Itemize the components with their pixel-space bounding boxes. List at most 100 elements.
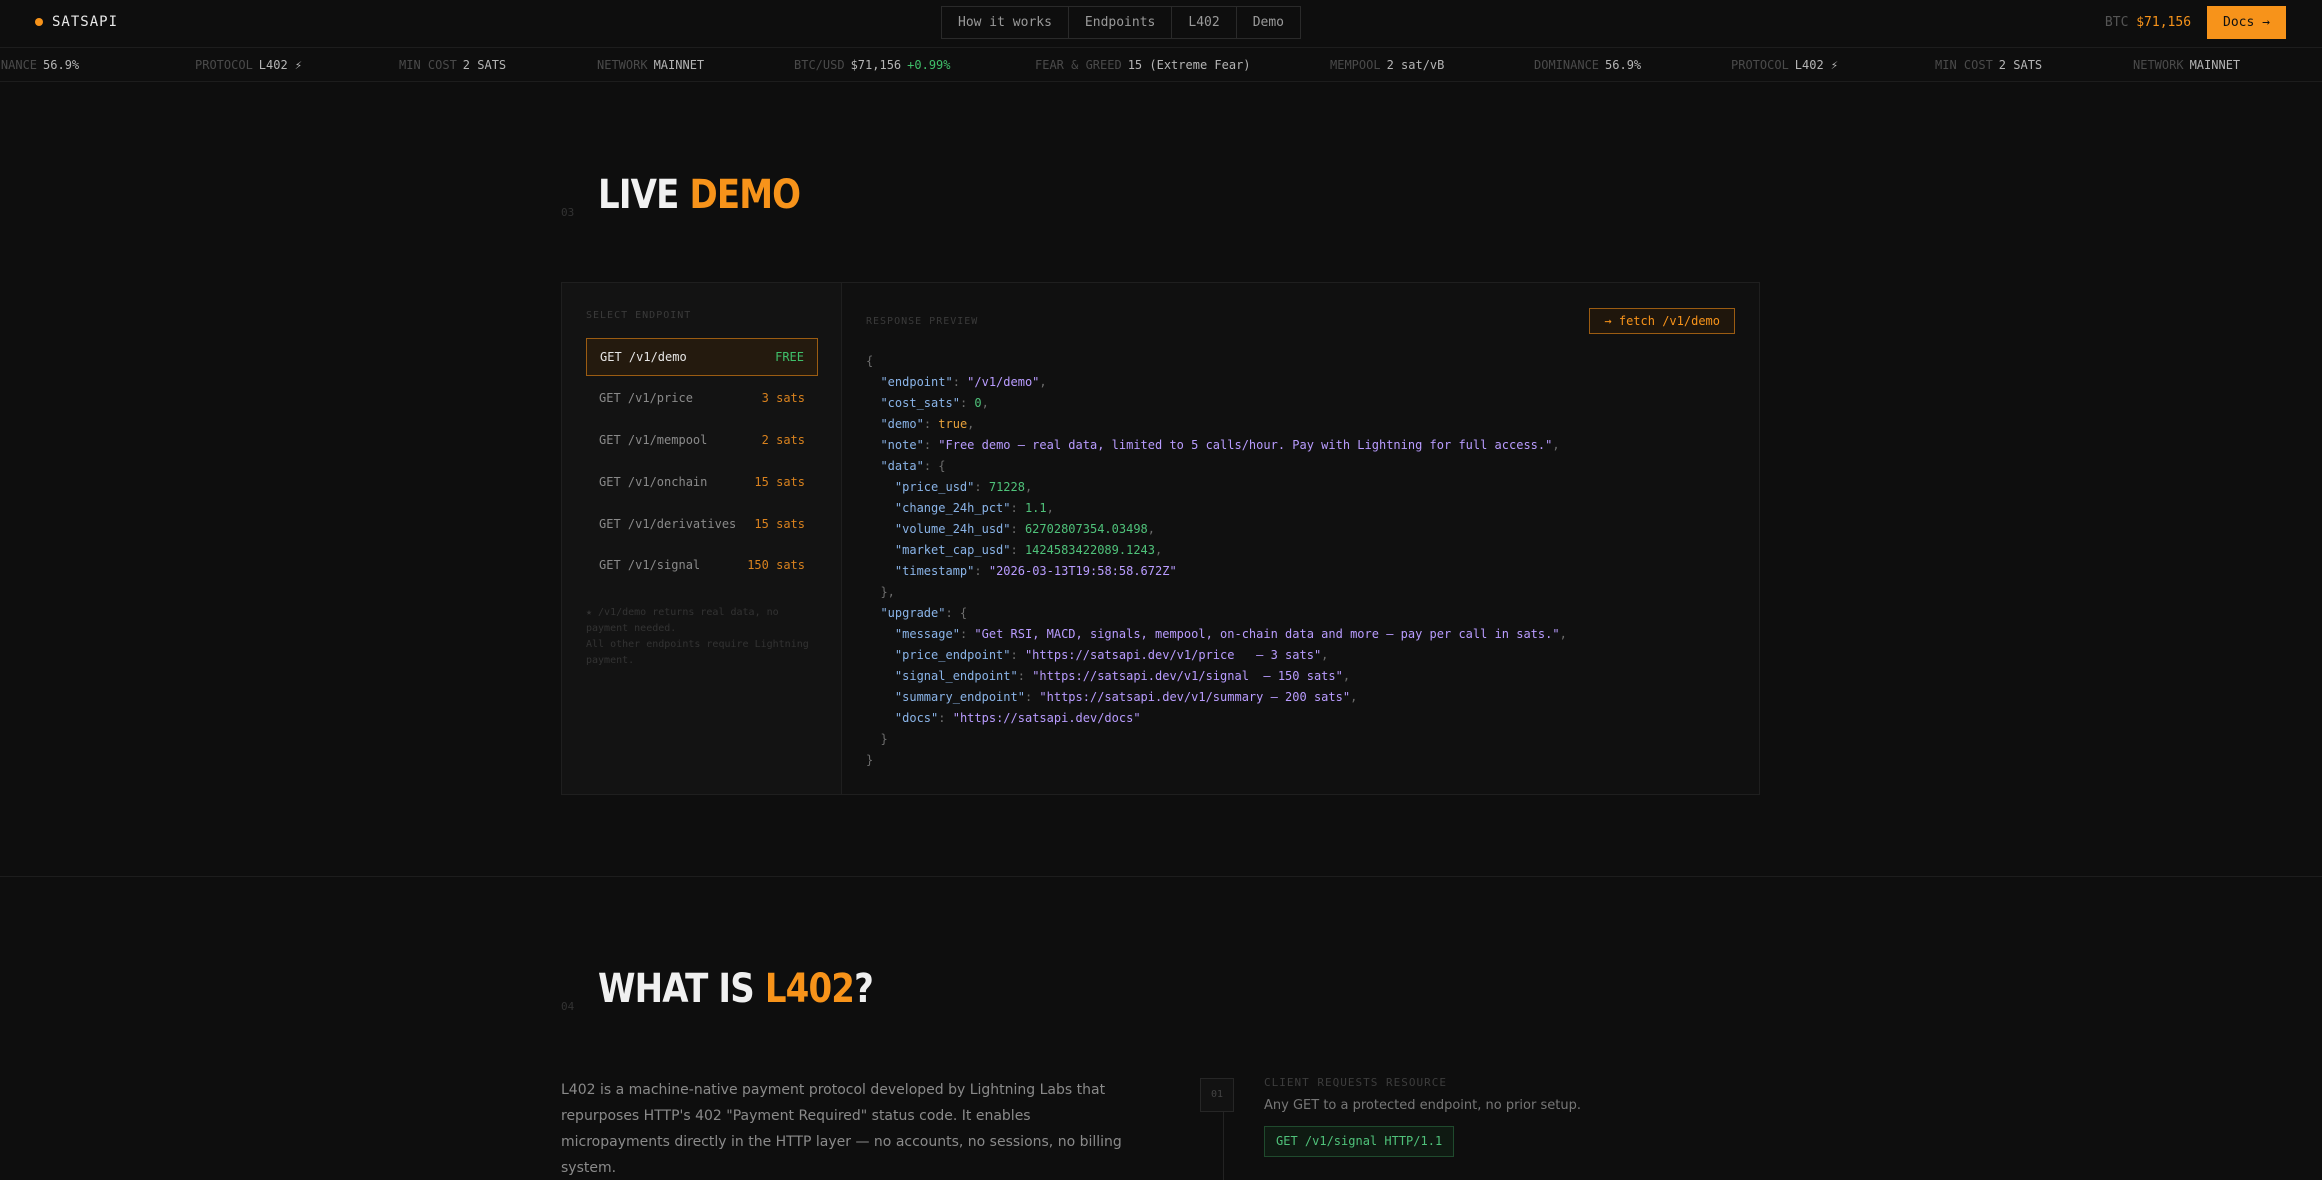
- title-part: ?: [854, 966, 874, 1012]
- top-navbar: SATSAPI How it works Endpoints L402 Demo…: [0, 0, 2322, 48]
- ticker-key: NETWORK: [597, 58, 648, 72]
- nav-link-demo[interactable]: Demo: [1237, 7, 1300, 38]
- endpoint-item-onchain[interactable]: GET /v1/onchain 15 sats: [586, 463, 818, 501]
- ticker-value: 56.9%: [1605, 58, 1642, 72]
- endpoint-path: GET /v1/onchain: [599, 475, 708, 489]
- endpoint-path: GET /v1/demo: [600, 350, 687, 364]
- ticker-key: DOMINANCE: [1534, 58, 1600, 72]
- endpoint-cost: 3 sats: [761, 391, 805, 405]
- section-number: 04: [561, 1000, 575, 1013]
- endpoint-item-price[interactable]: GET /v1/price 3 sats: [586, 379, 818, 417]
- endpoint-item-mempool[interactable]: GET /v1/mempool 2 sats: [586, 421, 818, 459]
- ticker-item: DOMINANCE 56.9%: [1534, 48, 1642, 81]
- demo-panel: SELECT ENDPOINT GET /v1/demo FREE GET /v1…: [561, 282, 1760, 795]
- ticker-key: PROTOCOL: [1731, 58, 1789, 72]
- ticker-item: MEMPOOL 2 sat/vB: [1330, 48, 1445, 81]
- json-timestamp: "2026-03-13T19:58:58.672Z": [988, 564, 1177, 578]
- endpoint-selector: SELECT ENDPOINT GET /v1/demo FREE GET /v1…: [562, 283, 842, 794]
- ticker-key: FEAR & GREED: [1035, 58, 1122, 72]
- nav-link-endpoints[interactable]: Endpoints: [1069, 7, 1173, 38]
- ticker-key: MIN COST: [399, 58, 457, 72]
- ticker-item: NETWORK MAINNET: [597, 48, 705, 81]
- ticker-item: DOMINANCE 56.9%: [0, 48, 80, 81]
- ticker-key: MEMPOOL: [1330, 58, 1381, 72]
- json-docs: "https://satsapi.dev/docs": [952, 711, 1141, 725]
- brand-name: SATSAPI: [52, 14, 119, 30]
- btc-value: $71,156: [2136, 15, 2192, 30]
- ticker-value: 56.9%: [43, 58, 80, 72]
- ticker-value: L402 ⚡: [1794, 58, 1839, 72]
- section-divider: [0, 876, 2322, 877]
- nav-right: BTC $71,156 Docs →: [2105, 6, 2286, 39]
- ticker-value: MAINNET: [653, 58, 705, 72]
- btc-label: BTC: [2104, 15, 2129, 30]
- ticker-key: MIN COST: [1935, 58, 1993, 72]
- json-change-24h: 1.1: [1024, 501, 1047, 515]
- response-preview-label: RESPONSE PREVIEW: [866, 316, 979, 327]
- title-part: WHAT IS: [598, 966, 755, 1012]
- ticker-change: +0.99%: [907, 58, 951, 72]
- endpoint-path: GET /v1/derivatives: [599, 517, 737, 531]
- ticker-key: PROTOCOL: [195, 58, 253, 72]
- fetch-button[interactable]: → fetch /v1/demo: [1589, 308, 1735, 334]
- endpoint-cost: FREE: [775, 350, 804, 364]
- select-endpoint-label: SELECT ENDPOINT: [586, 310, 692, 321]
- step-connector: [1223, 1112, 1224, 1180]
- ticker-item: NETWORK MAINNET: [2133, 48, 2241, 81]
- brand[interactable]: SATSAPI: [35, 14, 118, 30]
- json-endpoint: "/v1/demo": [967, 375, 1040, 389]
- title-part: LIVE: [598, 172, 679, 218]
- ticker-item: FEAR & GREED 15 (Extreme Fear): [1035, 48, 1251, 81]
- ticker-value: $71,156: [850, 58, 902, 72]
- endpoint-path: GET /v1/signal: [599, 558, 701, 572]
- json-note: "Free demo — real data, limited to 5 cal…: [938, 438, 1553, 452]
- section-number: 03: [561, 206, 575, 219]
- endpoint-note-line-2: All other endpoints require Lightning pa…: [586, 639, 809, 666]
- demo-section-title: LIVE DEMO: [598, 172, 801, 218]
- endpoint-cost: 2 sats: [761, 433, 805, 447]
- l402-description: L402 is a machine-native payment protoco…: [561, 1082, 1122, 1176]
- ticker-item: BTC/USD $71,156 +0.99%: [794, 48, 951, 81]
- nav-link-l402[interactable]: L402: [1172, 7, 1237, 38]
- ticker-item: MIN COST 2 SATS: [399, 48, 507, 81]
- l402-section-title: WHAT IS L402?: [598, 966, 874, 1012]
- ticker-key: BTC/USD: [794, 58, 845, 72]
- endpoint-item-demo[interactable]: GET /v1/demo FREE: [586, 338, 818, 376]
- step-code-sample: GET /v1/signal HTTP/1.1: [1264, 1126, 1455, 1157]
- json-price-endpoint: "https://satsapi.dev/v1/price — 3 sats": [1024, 648, 1322, 662]
- step-number-box: 01: [1200, 1078, 1234, 1112]
- endpoint-path: GET /v1/mempool: [599, 433, 708, 447]
- json-message: "Get RSI, MACD, signals, mempool, on-cha…: [974, 627, 1560, 641]
- endpoint-note: ★ /v1/demo returns real data, no payment…: [586, 605, 818, 669]
- json-demo: true: [938, 417, 968, 431]
- json-cost-sats: 0: [974, 396, 982, 410]
- nav-links: How it works Endpoints L402 Demo: [941, 6, 1301, 39]
- brand-dot-icon: [35, 18, 43, 26]
- json-market-cap: 1424583422089.1243: [1024, 543, 1155, 557]
- ticker-item: PROTOCOL L402 ⚡: [1731, 48, 1839, 81]
- docs-button[interactable]: Docs →: [2207, 6, 2286, 39]
- json-volume-24h: 62702807354.03498: [1024, 522, 1148, 536]
- endpoint-cost: 15 sats: [754, 517, 805, 531]
- ticker-item: MIN COST 2 SATS: [1935, 48, 2042, 81]
- ticker-key: DOMINANCE: [0, 58, 38, 72]
- title-accent: DEMO: [689, 172, 801, 218]
- step-description: Any GET to a protected endpoint, no prio…: [1264, 1098, 1581, 1113]
- ticker-value: L402 ⚡: [258, 58, 303, 72]
- json-price-usd: 71228: [988, 480, 1025, 494]
- ticker-bar: DOMINANCE 56.9% PROTOCOL L402 ⚡ MIN COST 2 …: [0, 48, 2322, 82]
- json-response[interactable]: { "endpoint": "/v1/demo", "cost_sats": 0…: [866, 351, 1567, 771]
- ticker-value: 2 SATS: [462, 58, 507, 72]
- endpoint-item-derivatives[interactable]: GET /v1/derivatives 15 sats: [586, 505, 818, 543]
- endpoint-path: GET /v1/price: [599, 391, 693, 405]
- endpoint-cost: 15 sats: [754, 475, 805, 489]
- ticker-value: 15 (Extreme Fear): [1127, 58, 1251, 72]
- nav-link-how-it-works[interactable]: How it works: [942, 7, 1069, 38]
- ticker-value: 2 sat/vB: [1386, 58, 1445, 72]
- ticker-item: PROTOCOL L402 ⚡: [195, 48, 303, 81]
- endpoint-item-signal[interactable]: GET /v1/signal 150 sats: [586, 546, 818, 584]
- btc-price-mini: BTC $71,156: [2105, 15, 2191, 30]
- ticker-value: MAINNET: [2189, 58, 2241, 72]
- endpoint-note-line-1: ★ /v1/demo returns real data, no payment…: [586, 607, 779, 634]
- step-label: CLIENT REQUESTS RESOURCE: [1264, 1076, 1447, 1089]
